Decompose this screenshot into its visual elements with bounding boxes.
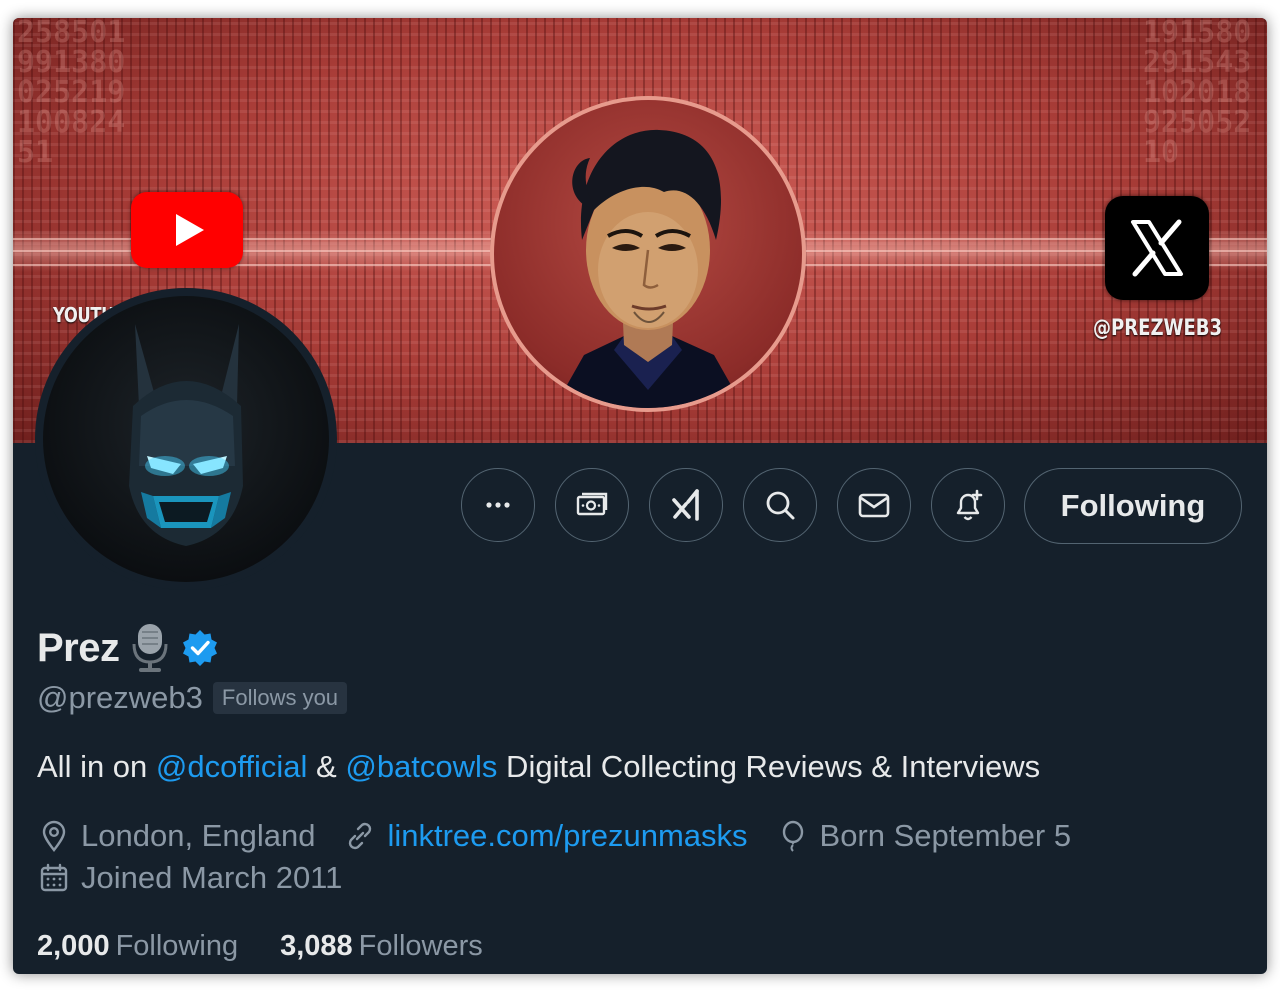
location-pin-icon	[42, 820, 66, 852]
bio-mention-dcofficial[interactable]: @dcofficial	[156, 749, 308, 784]
location-text: London, England	[81, 818, 316, 853]
message-button[interactable]	[837, 468, 911, 542]
following-label: Following	[115, 930, 239, 962]
link-icon	[349, 822, 372, 850]
followers-count: 3,088	[280, 930, 353, 962]
grok-button[interactable]	[649, 468, 723, 542]
more-horizontal-icon	[486, 502, 510, 508]
profile-card: 25850199138002521910082451 1915802915431…	[13, 18, 1267, 974]
avatar[interactable]	[35, 288, 337, 590]
money-card-icon	[576, 492, 608, 516]
more-button[interactable]	[461, 468, 535, 542]
birthday-item: Born September 5	[776, 818, 1072, 854]
profile-handle-row: @prezweb3 Follows you	[37, 680, 348, 716]
subscribe-button[interactable]	[555, 468, 629, 542]
bio-text: All in on	[37, 749, 156, 784]
bio-text: &	[307, 749, 346, 784]
banner-x-label: @PREZWEB3	[1093, 316, 1223, 341]
mail-icon	[858, 493, 890, 518]
profile-meta-row: Joined March 2011	[37, 860, 370, 896]
calendar-icon	[40, 863, 68, 892]
joined-item: Joined March 2011	[37, 860, 342, 896]
avatar-image	[43, 296, 329, 582]
followers-label: Followers	[358, 930, 483, 962]
bio-mention-batcowls[interactable]: @batcowls	[345, 749, 497, 784]
follows-you-badge: Follows you	[212, 682, 348, 714]
notify-button[interactable]	[931, 468, 1005, 542]
user-handle: @prezweb3	[37, 680, 203, 715]
balloon-icon	[782, 820, 803, 852]
joined-text: Joined March 2011	[81, 860, 343, 895]
following-count-link[interactable]: 2,000 Following	[37, 930, 238, 963]
following-count: 2,000	[37, 930, 110, 962]
profile-bio: All in on @dcofficial & @batcowls Digita…	[37, 749, 1040, 785]
display-name: Prez	[37, 625, 120, 670]
birthday-text: Born September 5	[819, 818, 1072, 853]
verified-badge-icon[interactable]	[180, 628, 220, 668]
search-icon	[766, 491, 795, 520]
search-button[interactable]	[743, 468, 817, 542]
profile-meta-row: London, England linktree.com/prezunmasks…	[37, 818, 1099, 854]
profile-stats: 2,000 Following 3,088 Followers	[37, 930, 525, 963]
youtube-logo-icon	[131, 192, 243, 268]
bio-text: Digital Collecting Reviews & Interviews	[497, 749, 1041, 784]
banner-portrait	[490, 96, 806, 412]
website-item: linktree.com/prezunmasks	[343, 818, 748, 854]
following-button[interactable]: Following	[1024, 468, 1242, 544]
bell-plus-icon	[956, 489, 983, 521]
followers-count-link[interactable]: 3,088 Followers	[280, 930, 483, 963]
grok-icon	[672, 489, 699, 521]
website-link[interactable]: linktree.com/prezunmasks	[387, 818, 747, 854]
location-item: London, England	[37, 818, 315, 854]
x-logo-icon	[1105, 196, 1209, 300]
microphone-icon	[132, 624, 167, 672]
profile-name-row: Prez	[37, 622, 220, 674]
